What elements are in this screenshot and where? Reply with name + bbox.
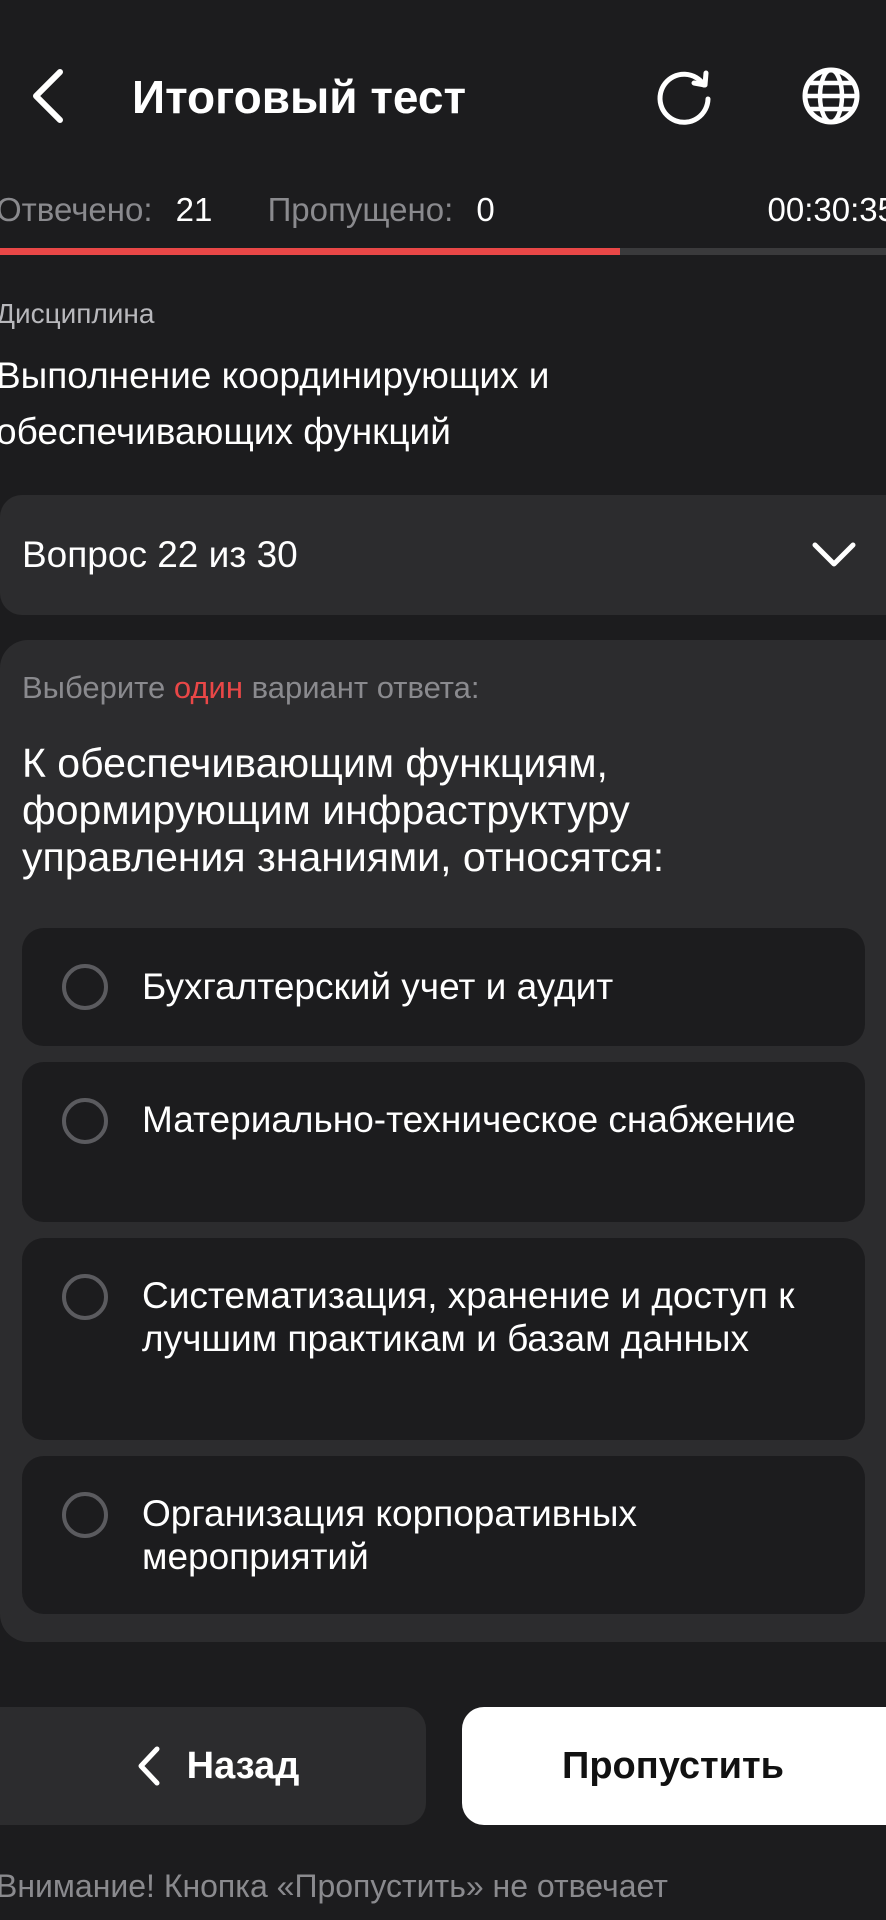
answer-label: Организация корпоративных мероприятий [142, 1493, 637, 1577]
radio-button[interactable] [62, 1274, 108, 1320]
discipline-title: Выполнение координирующих и обеспечивающ… [0, 355, 550, 452]
question-number: Вопрос 22 из 30 [22, 534, 298, 575]
radio-button[interactable] [62, 1492, 108, 1538]
answer-option[interactable]: Систематизация, хранение и доступ к лучш… [22, 1238, 865, 1440]
answer-option[interactable]: Организация корпоративных мероприятий [22, 1456, 865, 1614]
discipline-label: Дисциплина [0, 298, 155, 329]
instruction-accent: один [173, 670, 243, 705]
instruction-text: Выберите [22, 670, 166, 705]
skip-button[interactable]: Пропустить [462, 1707, 886, 1825]
skip-label: Пропустить [562, 1744, 784, 1787]
refresh-icon [657, 70, 711, 125]
answered-label: Отвечено: [0, 191, 153, 228]
instruction-text-end: вариант ответа: [251, 670, 480, 705]
skipped-count: 0 [476, 191, 495, 228]
refresh-button[interactable] [652, 62, 718, 130]
question-text: К обеспечивающим функциям, формирующим и… [22, 740, 665, 880]
back-nav-label: Назад [186, 1744, 300, 1787]
progress-bar [0, 248, 886, 255]
answer-option[interactable]: Бухгалтерский учет и аудит [22, 928, 865, 1046]
skip-warning: Внимание! Кнопка «Пропустить» не отвечае… [0, 1868, 668, 1904]
answer-label: Бухгалтерский учет и аудит [142, 966, 614, 1007]
chevron-down-icon [812, 542, 856, 567]
skipped-label: Пропущено: [267, 191, 454, 228]
page-title: Итоговый тест [132, 71, 466, 123]
timer: 00:30:35 [767, 191, 886, 228]
answer-instruction: Выберите один вариант ответа: [22, 668, 480, 708]
answer-stats: Отвечено: 21 Пропущено: 0 [0, 188, 495, 232]
progress-fill [0, 248, 621, 255]
answered-count: 21 [175, 191, 213, 228]
radio-button[interactable] [62, 964, 108, 1010]
radio-button[interactable] [62, 1098, 108, 1144]
answer-label: Материально-техническое снабжение [142, 1099, 796, 1140]
question-card: Выберите один вариант ответа: К обеспечи… [0, 640, 886, 1642]
chevron-left-icon [33, 69, 63, 123]
question-selector[interactable]: Вопрос 22 из 30 [0, 495, 886, 615]
back-button[interactable] [22, 62, 74, 130]
chevron-left-icon [138, 1746, 160, 1786]
globe-icon [802, 67, 860, 125]
language-button[interactable] [798, 62, 864, 130]
answer-option[interactable]: Материально-техническое снабжение [22, 1062, 865, 1222]
back-nav-button[interactable]: Назад [0, 1707, 426, 1825]
answer-label: Систематизация, хранение и доступ к лучш… [142, 1275, 795, 1359]
